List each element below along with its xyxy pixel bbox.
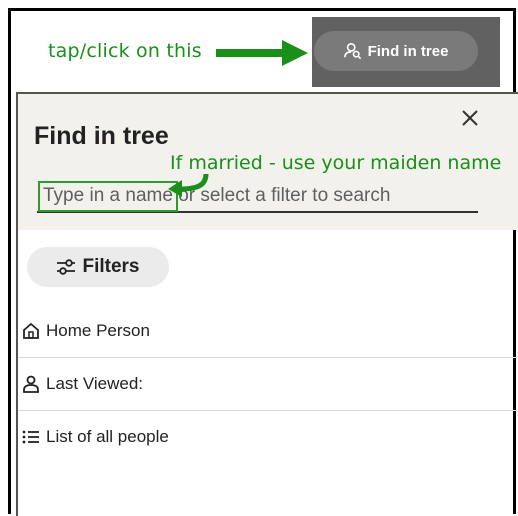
close-button[interactable] (458, 106, 482, 130)
home-icon (23, 322, 39, 339)
find-in-tree-label: Find in tree (367, 42, 449, 60)
list-item-last-viewed[interactable]: Last Viewed: (18, 358, 518, 410)
home-person-label: Home Person (46, 321, 150, 340)
instruction-arrow-icon (216, 40, 308, 66)
close-icon (462, 110, 478, 126)
panel-title: Find in tree (34, 122, 169, 150)
person-search-icon (343, 42, 361, 60)
list-item-all-people[interactable]: List of all people (18, 411, 518, 463)
filters-label: Filters (82, 256, 140, 277)
curved-arrow-icon (168, 173, 209, 197)
list-item-home-person[interactable]: Home Person (18, 305, 518, 357)
all-people-label: List of all people (46, 427, 169, 446)
last-viewed-label: Last Viewed: (46, 374, 144, 393)
filters-button[interactable]: Filters (27, 247, 169, 287)
list-icon (22, 430, 39, 444)
search-input[interactable] (37, 180, 478, 213)
instruction-married-note: If married - use your maiden name (170, 152, 502, 174)
sliders-icon (57, 259, 76, 275)
instruction-tap-text: tap/click on this (48, 40, 202, 62)
person-icon (23, 375, 39, 393)
find-in-tree-button[interactable]: Find in tree (314, 31, 478, 71)
